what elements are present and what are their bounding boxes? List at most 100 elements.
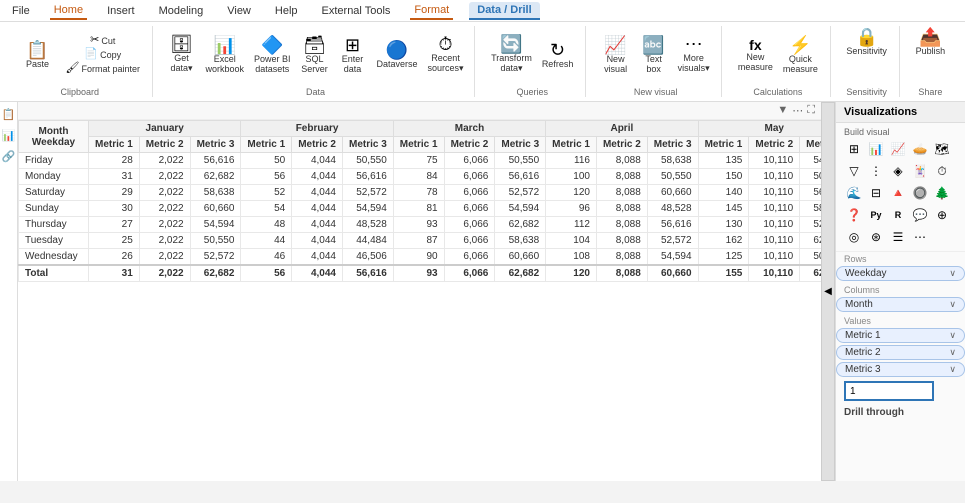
- viz-icon-extra4[interactable]: ⋯: [910, 227, 930, 247]
- share-group-label: Share: [918, 85, 942, 97]
- columns-field-month[interactable]: Month ∨: [836, 297, 965, 312]
- recent-sources-button[interactable]: ⏱ Recentsources▾: [424, 33, 468, 76]
- table-row: Wednesday262,02252,572464,04446,506906,0…: [19, 249, 822, 266]
- publish-button[interactable]: 📤 Publish: [912, 26, 950, 58]
- sidebar-icon-1[interactable]: 📋: [0, 106, 17, 123]
- menu-file[interactable]: File: [8, 3, 34, 19]
- refresh-button[interactable]: ↻ Refresh: [538, 39, 578, 71]
- format-painter-button[interactable]: 🖌 Format painter: [62, 62, 145, 75]
- viz-icon-matrix[interactable]: ⊟: [866, 183, 886, 203]
- apr-m2: Metric 2: [596, 137, 647, 153]
- viz-icon-slicer[interactable]: 🔘: [910, 183, 930, 203]
- visualizations-header: Visualizations: [836, 102, 965, 123]
- viz-icon-chat[interactable]: 💬: [910, 205, 930, 225]
- new-measure-button[interactable]: fx Newmeasure: [734, 36, 777, 74]
- quick-measure-icon: ⚡: [789, 36, 811, 54]
- viz-icon-extra1[interactable]: ◎: [844, 227, 864, 247]
- excel-icon: 📊: [214, 36, 236, 54]
- format-painter-icon: 🖌: [66, 63, 80, 74]
- viz-icon-card[interactable]: 🃏: [910, 161, 930, 181]
- ribbon-group-calculations: fx Newmeasure ⚡ Quickmeasure Calculation…: [726, 26, 830, 97]
- excel-workbook-button[interactable]: 📊 Excelworkbook: [201, 34, 248, 76]
- menu-format[interactable]: Format: [410, 2, 453, 20]
- enter-data-icon: ⊞: [345, 36, 360, 54]
- metric3-chevron-icon: ∨: [949, 364, 956, 375]
- table-row: Friday282,02256,616504,04450,550756,0665…: [19, 153, 822, 169]
- viz-icon-extra3[interactable]: ☰: [888, 227, 908, 247]
- fullscreen-table-icon[interactable]: ⛶: [807, 104, 815, 117]
- viz-icon-table[interactable]: ⊞: [844, 139, 864, 159]
- viz-icon-r[interactable]: R: [888, 205, 908, 225]
- power-bi-datasets-button[interactable]: 🔷 Power BIdatasets: [250, 34, 295, 76]
- viz-icon-waterfall[interactable]: 🌊: [844, 183, 864, 203]
- menu-help[interactable]: Help: [271, 3, 302, 19]
- sql-server-button[interactable]: 🗃 SQLServer: [297, 34, 333, 76]
- collapse-panel-button[interactable]: ◀: [821, 102, 835, 481]
- viz-icon-funnel[interactable]: ▽: [844, 161, 864, 181]
- sensitivity-button[interactable]: 🔒 Sensitivity: [842, 26, 891, 58]
- menu-external-tools[interactable]: External Tools: [318, 3, 395, 19]
- feb-m2: Metric 2: [292, 137, 343, 153]
- may-m3: Metric 3: [800, 137, 821, 153]
- values-metric3-label: Metric 3: [845, 364, 881, 375]
- sidebar-icon-3[interactable]: 🔗: [0, 148, 17, 165]
- viz-icon-map[interactable]: 🗺: [932, 139, 952, 159]
- paste-icon: 📋: [26, 41, 48, 59]
- apr-m3: Metric 3: [647, 137, 698, 153]
- values-field-metric3[interactable]: Metric 3 ∨: [836, 362, 965, 377]
- mar-m1: Metric 1: [393, 137, 444, 153]
- more-visuals-icon: ⋯: [685, 35, 703, 53]
- viz-icon-py[interactable]: Py: [866, 205, 886, 225]
- viz-icon-bar[interactable]: 📊: [866, 139, 886, 159]
- values-metric2-label: Metric 2: [845, 347, 881, 358]
- cut-button[interactable]: ✂ Cut: [62, 34, 145, 47]
- paste-button[interactable]: 📋 Paste: [16, 39, 60, 71]
- dataverse-button[interactable]: 🔵 Dataverse: [373, 39, 422, 71]
- mar-m3: Metric 3: [495, 137, 546, 153]
- viz-icon-more1[interactable]: ◈: [888, 161, 908, 181]
- col-header-weekday: MonthWeekday: [19, 121, 89, 153]
- drill-through-input[interactable]: [844, 381, 934, 401]
- new-visual-button[interactable]: 📈 Newvisual: [598, 34, 634, 76]
- menu-insert[interactable]: Insert: [103, 3, 139, 19]
- viz-icon-kpi[interactable]: 🔺: [888, 183, 908, 203]
- new-visual-icon: 📈: [604, 36, 626, 54]
- mar-m2: Metric 2: [444, 137, 495, 153]
- quick-measure-button[interactable]: ⚡ Quickmeasure: [779, 34, 822, 76]
- menu-view[interactable]: View: [223, 3, 255, 19]
- more-visuals-button[interactable]: ⋯ Morevisuals▾: [674, 33, 714, 76]
- filter-table-icon[interactable]: ▼: [777, 104, 788, 117]
- menu-home[interactable]: Home: [50, 2, 87, 20]
- values-field-metric2[interactable]: Metric 2 ∨: [836, 345, 965, 360]
- metric2-chevron-icon: ∨: [949, 347, 956, 358]
- viz-icon-qa[interactable]: ❓: [844, 205, 864, 225]
- viz-icon-pie[interactable]: 🥧: [910, 139, 930, 159]
- values-field-metric1[interactable]: Metric 1 ∨: [836, 328, 965, 343]
- dataverse-icon: 🔵: [386, 41, 408, 59]
- viz-icon-extra2[interactable]: ⊛: [866, 227, 886, 247]
- viz-icon-line[interactable]: 📈: [888, 139, 908, 159]
- table-row: Saturday292,02258,638524,04452,572786,06…: [19, 185, 822, 201]
- get-data-button[interactable]: 🗄 Getdata▾: [163, 33, 199, 76]
- viz-icon-gauge[interactable]: ⏱: [932, 161, 952, 181]
- menu-data-drill[interactable]: Data / Drill: [469, 2, 539, 20]
- enter-data-button[interactable]: ⊞ Enterdata: [335, 34, 371, 76]
- sidebar-icon-2[interactable]: 📊: [0, 127, 17, 144]
- ribbon-group-new-visual: 📈 Newvisual 🔤 Textbox ⋯ Morevisuals▾ New…: [590, 26, 722, 97]
- copy-icon: 📄: [84, 49, 98, 60]
- ribbon-group-queries: 🔄 Transformdata▾ ↻ Refresh Queries: [479, 26, 586, 97]
- settings-table-icon[interactable]: ⋯: [792, 104, 803, 117]
- columns-chevron-icon: ∨: [949, 299, 956, 310]
- copy-button[interactable]: 📄 Copy: [62, 48, 145, 61]
- rows-field-weekday[interactable]: Weekday ∨: [836, 266, 965, 281]
- left-sidebar: 📋 📊 🔗: [0, 102, 18, 481]
- text-box-button[interactable]: 🔤 Textbox: [636, 34, 672, 76]
- build-visual-section: Build visual ⊞ 📊 📈 🥧 🗺 ▽ ⋮ ◈ 🃏 ⏱ 🌊 ⊟ 🔺 🔘…: [836, 123, 965, 252]
- transform-data-button[interactable]: 🔄 Transformdata▾: [487, 33, 536, 76]
- columns-field-month-label: Month: [845, 299, 873, 310]
- viz-icon-add[interactable]: ⊕: [932, 205, 952, 225]
- table-row: Tuesday252,02250,550444,04444,484876,066…: [19, 233, 822, 249]
- menu-modeling[interactable]: Modeling: [155, 3, 208, 19]
- viz-icon-scatter[interactable]: ⋮: [866, 161, 886, 181]
- viz-icon-decomp[interactable]: 🌲: [932, 183, 952, 203]
